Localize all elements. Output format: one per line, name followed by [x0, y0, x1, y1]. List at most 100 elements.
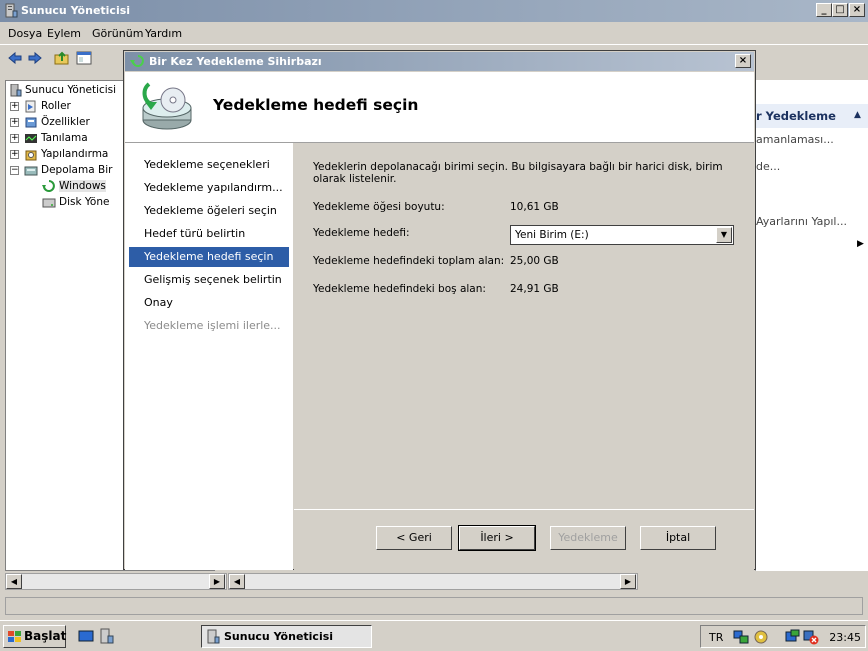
tree-label: Sunucu Yöneticisi [25, 84, 117, 96]
backup-disk-icon [142, 82, 192, 130]
dialog-titlebar[interactable]: Bir Kez Yedekleme Sihirbazı × [125, 52, 754, 71]
expand-toggle[interactable]: + [10, 150, 19, 159]
window-title: Sunucu Yöneticisi [21, 4, 131, 17]
scroll-right-button[interactable]: ▶ [620, 574, 636, 589]
diagnostics-icon [25, 134, 37, 143]
next-button[interactable]: İleri > [458, 525, 536, 551]
destination-label: Yedekleme hedefi: [313, 227, 410, 239]
action-backup[interactable]: de... [756, 160, 780, 173]
item-size-value: 10,61 GB [510, 201, 559, 213]
server-manager-icon [5, 3, 18, 18]
tree-label: Tanılama [41, 132, 88, 144]
disk-management-icon [42, 198, 56, 208]
close-button[interactable]: × [849, 3, 865, 17]
tree-hscrollbar[interactable]: ◀ ▶ [5, 573, 227, 590]
network-icon[interactable] [733, 629, 749, 645]
destination-selected: Yeni Birim (E:) [515, 229, 589, 241]
dialog-title: Bir Kez Yedekleme Sihirbazı [149, 55, 322, 68]
total-space-label: Yedekleme hedefindeki toplam alan: [313, 255, 505, 267]
wizard-buttons: < Geri İleri > Yedekleme İptal [294, 509, 754, 570]
action-schedule[interactable]: amanlaması... [756, 133, 834, 146]
item-size-label: Yedekleme öğesi boyutu: [313, 201, 445, 213]
backup-icon [130, 55, 144, 67]
step-backup-progress: Yedekleme işlemi ilerle... [144, 319, 281, 332]
maximize-button[interactable]: □ [832, 3, 848, 17]
wizard-content: Yedeklerin depolanacağı birimi seçin. Bu… [294, 143, 754, 507]
forward-arrow-icon[interactable] [27, 50, 43, 66]
action-configure[interactable]: Ayarlarını Yapıl... [756, 215, 847, 228]
destination-dropdown[interactable]: Yeni Birim (E:) ▼ [510, 225, 734, 245]
tree-label: Yapılandırma [41, 148, 109, 160]
start-button[interactable]: Başlat [3, 625, 66, 648]
tree-label: Windows [59, 180, 106, 192]
show-hide-tree-icon[interactable] [76, 50, 92, 66]
menu-bar: Dosya Eylem Görünüm Yardım [0, 24, 868, 42]
backup-button: Yedekleme [550, 526, 626, 550]
step-backup-options[interactable]: Yedekleme seçenekleri [129, 155, 289, 175]
intro-text: Yedeklerin depolanacağı birimi seçin. Bu… [313, 161, 723, 173]
clock[interactable]: 23:45 [829, 631, 861, 644]
submenu-arrow-icon[interactable]: ▶ [857, 239, 864, 249]
expand-toggle[interactable]: + [10, 118, 19, 127]
menu-dosya[interactable]: Dosya [8, 27, 42, 40]
server-icon [10, 84, 22, 97]
collapse-arrow-icon[interactable]: ▲ [854, 110, 861, 120]
tree-label: Roller [41, 100, 71, 112]
scroll-left-button[interactable]: ◀ [6, 574, 22, 589]
show-desktop-icon[interactable] [78, 629, 94, 643]
taskbar-item-label: Sunucu Yöneticisi [224, 630, 334, 643]
tree-label: Depolama Bir [41, 164, 113, 176]
step-destination-type[interactable]: Hedef türü belirtin [129, 224, 289, 244]
intro-text-2: olarak listelenir. [313, 173, 397, 185]
status-bar [5, 597, 863, 615]
actions-header[interactable]: r Yedekleme ▲ [756, 104, 868, 128]
step-confirmation[interactable]: Onay [129, 293, 289, 313]
collapse-toggle[interactable]: − [10, 166, 19, 175]
volume-icon[interactable] [753, 629, 769, 645]
menu-gorunum[interactable]: Görünüm [92, 27, 143, 40]
tree-label: Disk Yöne [59, 196, 110, 208]
menu-yardim[interactable]: Yardım [145, 27, 182, 40]
connection-icon[interactable] [785, 629, 801, 645]
step-select-items[interactable]: Yedekleme öğeleri seçin [129, 201, 289, 221]
step-select-destination[interactable]: Yedekleme hedefi seçin [129, 247, 289, 267]
windows-backup-icon [42, 180, 55, 192]
language-indicator[interactable]: TR [709, 631, 723, 644]
actions-header-label: r Yedekleme [756, 109, 836, 123]
security-alert-icon[interactable] [803, 629, 819, 645]
total-space-value: 25,00 GB [510, 255, 559, 267]
center-hscrollbar[interactable]: ◀ ▶ [228, 573, 638, 590]
actions-pane: r Yedekleme ▲ amanlaması... de... Ayarla… [755, 80, 868, 571]
minimize-button[interactable]: _ [816, 3, 832, 17]
chevron-down-icon[interactable]: ▼ [716, 227, 732, 243]
configuration-icon [25, 150, 37, 161]
system-tray: TR 23:45 [700, 625, 866, 648]
windows-logo-icon [8, 631, 21, 642]
back-arrow-icon[interactable] [7, 50, 23, 66]
wizard-header: Yedekleme hedefi seçin [125, 72, 754, 143]
dialog-close-button[interactable]: × [735, 54, 751, 68]
expand-toggle[interactable]: + [10, 134, 19, 143]
tree-label: Özellikler [41, 116, 90, 128]
back-button[interactable]: < Geri [376, 526, 452, 550]
features-icon [25, 117, 37, 128]
server-manager-quicklaunch-icon[interactable] [98, 628, 114, 644]
roles-icon [25, 100, 36, 113]
step-advanced-options[interactable]: Gelişmiş seçenek belirtin [129, 270, 289, 290]
up-folder-icon[interactable] [54, 50, 70, 66]
wizard-heading: Yedekleme hedefi seçin [213, 96, 419, 114]
scroll-left-button[interactable]: ◀ [229, 574, 245, 589]
step-backup-configuration[interactable]: Yedekleme yapılandırm... [129, 178, 289, 198]
window-titlebar[interactable]: Sunucu Yöneticisi _ □ × [0, 0, 868, 22]
expand-toggle[interactable]: + [10, 102, 19, 111]
cancel-button[interactable]: İptal [640, 526, 716, 550]
server-manager-icon [207, 629, 220, 644]
start-label: Başlat [24, 629, 67, 643]
storage-icon [24, 166, 38, 176]
taskbar: Başlat Sunucu Yöneticisi TR 23:45 [0, 620, 868, 651]
wizard-steps: Yedekleme seçenekleri Yedekleme yapıland… [125, 143, 293, 570]
scroll-right-button[interactable]: ▶ [209, 574, 225, 589]
free-space-value: 24,91 GB [510, 283, 559, 295]
taskbar-server-manager[interactable]: Sunucu Yöneticisi [201, 625, 372, 648]
menu-eylem[interactable]: Eylem [47, 27, 81, 40]
